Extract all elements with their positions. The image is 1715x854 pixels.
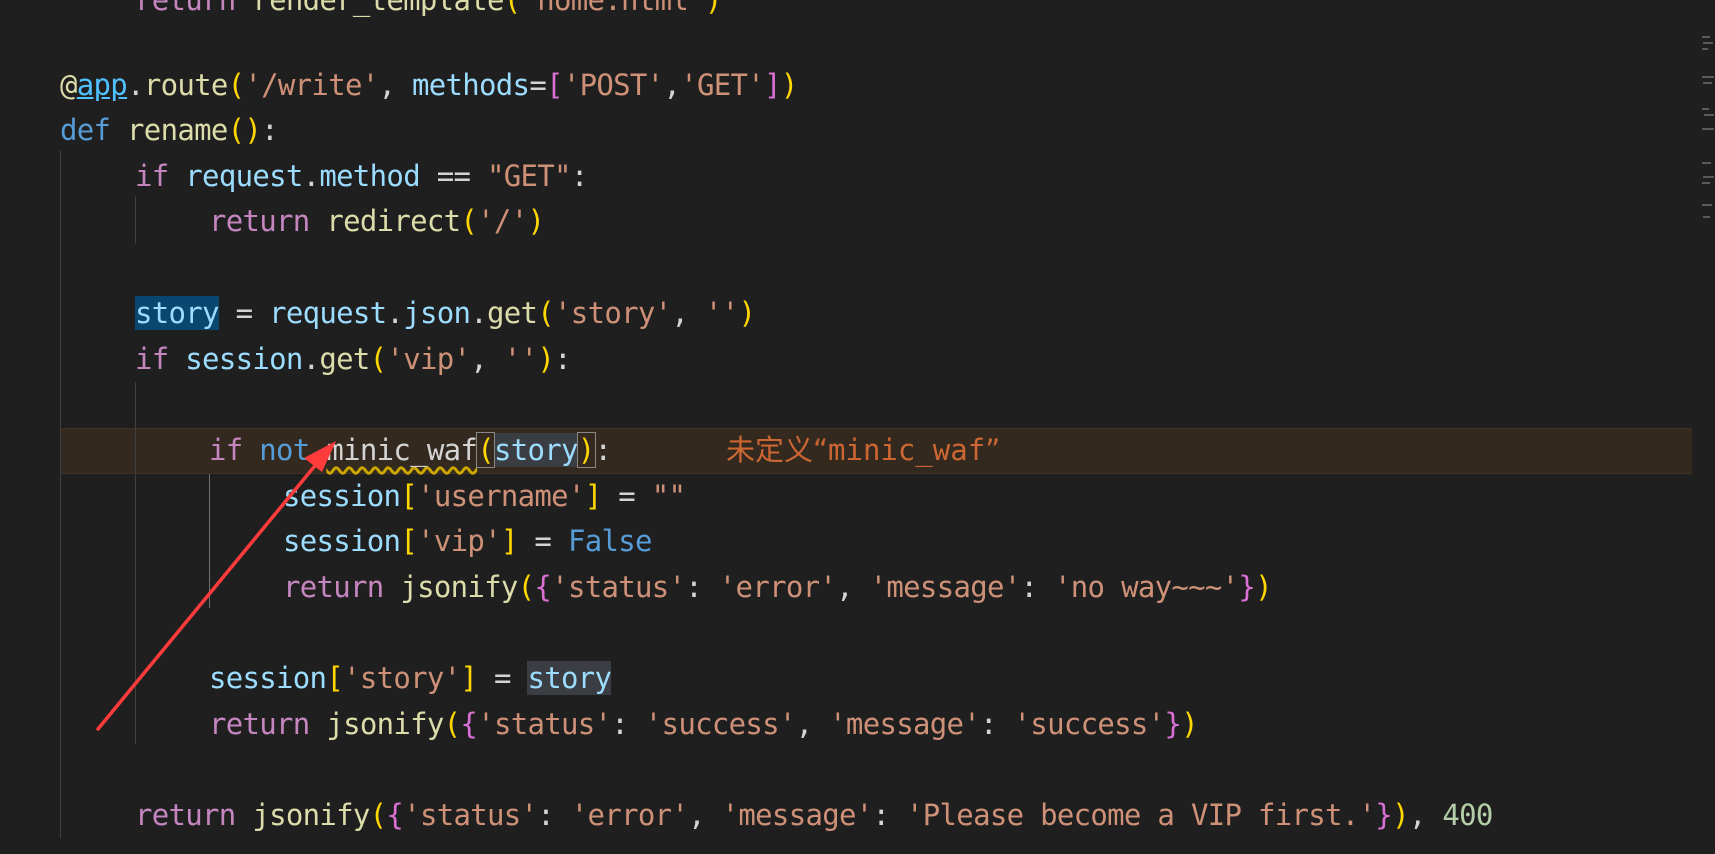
- code-line-0: return render_template('home.html'): [135, 0, 722, 17]
- code-line-6: if session.get('vip', ''):: [135, 342, 572, 376]
- code-line-10: return jsonify({'status': 'error', 'mess…: [283, 570, 1273, 604]
- code-line-3: if request.method == "GET":: [135, 159, 588, 193]
- indent-guide: [60, 150, 61, 838]
- code-line-11: session['story'] = story: [209, 661, 612, 695]
- code-line-2: def rename():: [60, 113, 279, 147]
- code-line-5: story = request.json.get('story', ''): [135, 296, 756, 330]
- inline-error-message: 未定义“minic_waf”: [726, 433, 1001, 467]
- code-line-9: session['vip'] = False: [283, 524, 652, 558]
- code-line-8: session['username'] = "": [283, 479, 686, 513]
- code-line-7: if not minic_waf(story):: [209, 432, 612, 468]
- minimap[interactable]: [1700, 0, 1715, 854]
- code-line-1: @app.route('/write', methods=['POST','GE…: [60, 68, 798, 102]
- code-line-13: return jsonify({'status': 'error', 'mess…: [135, 798, 1493, 832]
- indent-guide: [135, 196, 136, 244]
- code-line-4: return redirect('/'): [209, 204, 545, 238]
- indent-guide: [135, 382, 136, 744]
- code-editor[interactable]: return render_template('home.html') @app…: [0, 0, 1715, 854]
- code-line-12: return jsonify({'status': 'success', 'me…: [209, 707, 1199, 741]
- undefined-function-error: minic_waf: [326, 433, 478, 467]
- indent-guide-active: [209, 474, 210, 608]
